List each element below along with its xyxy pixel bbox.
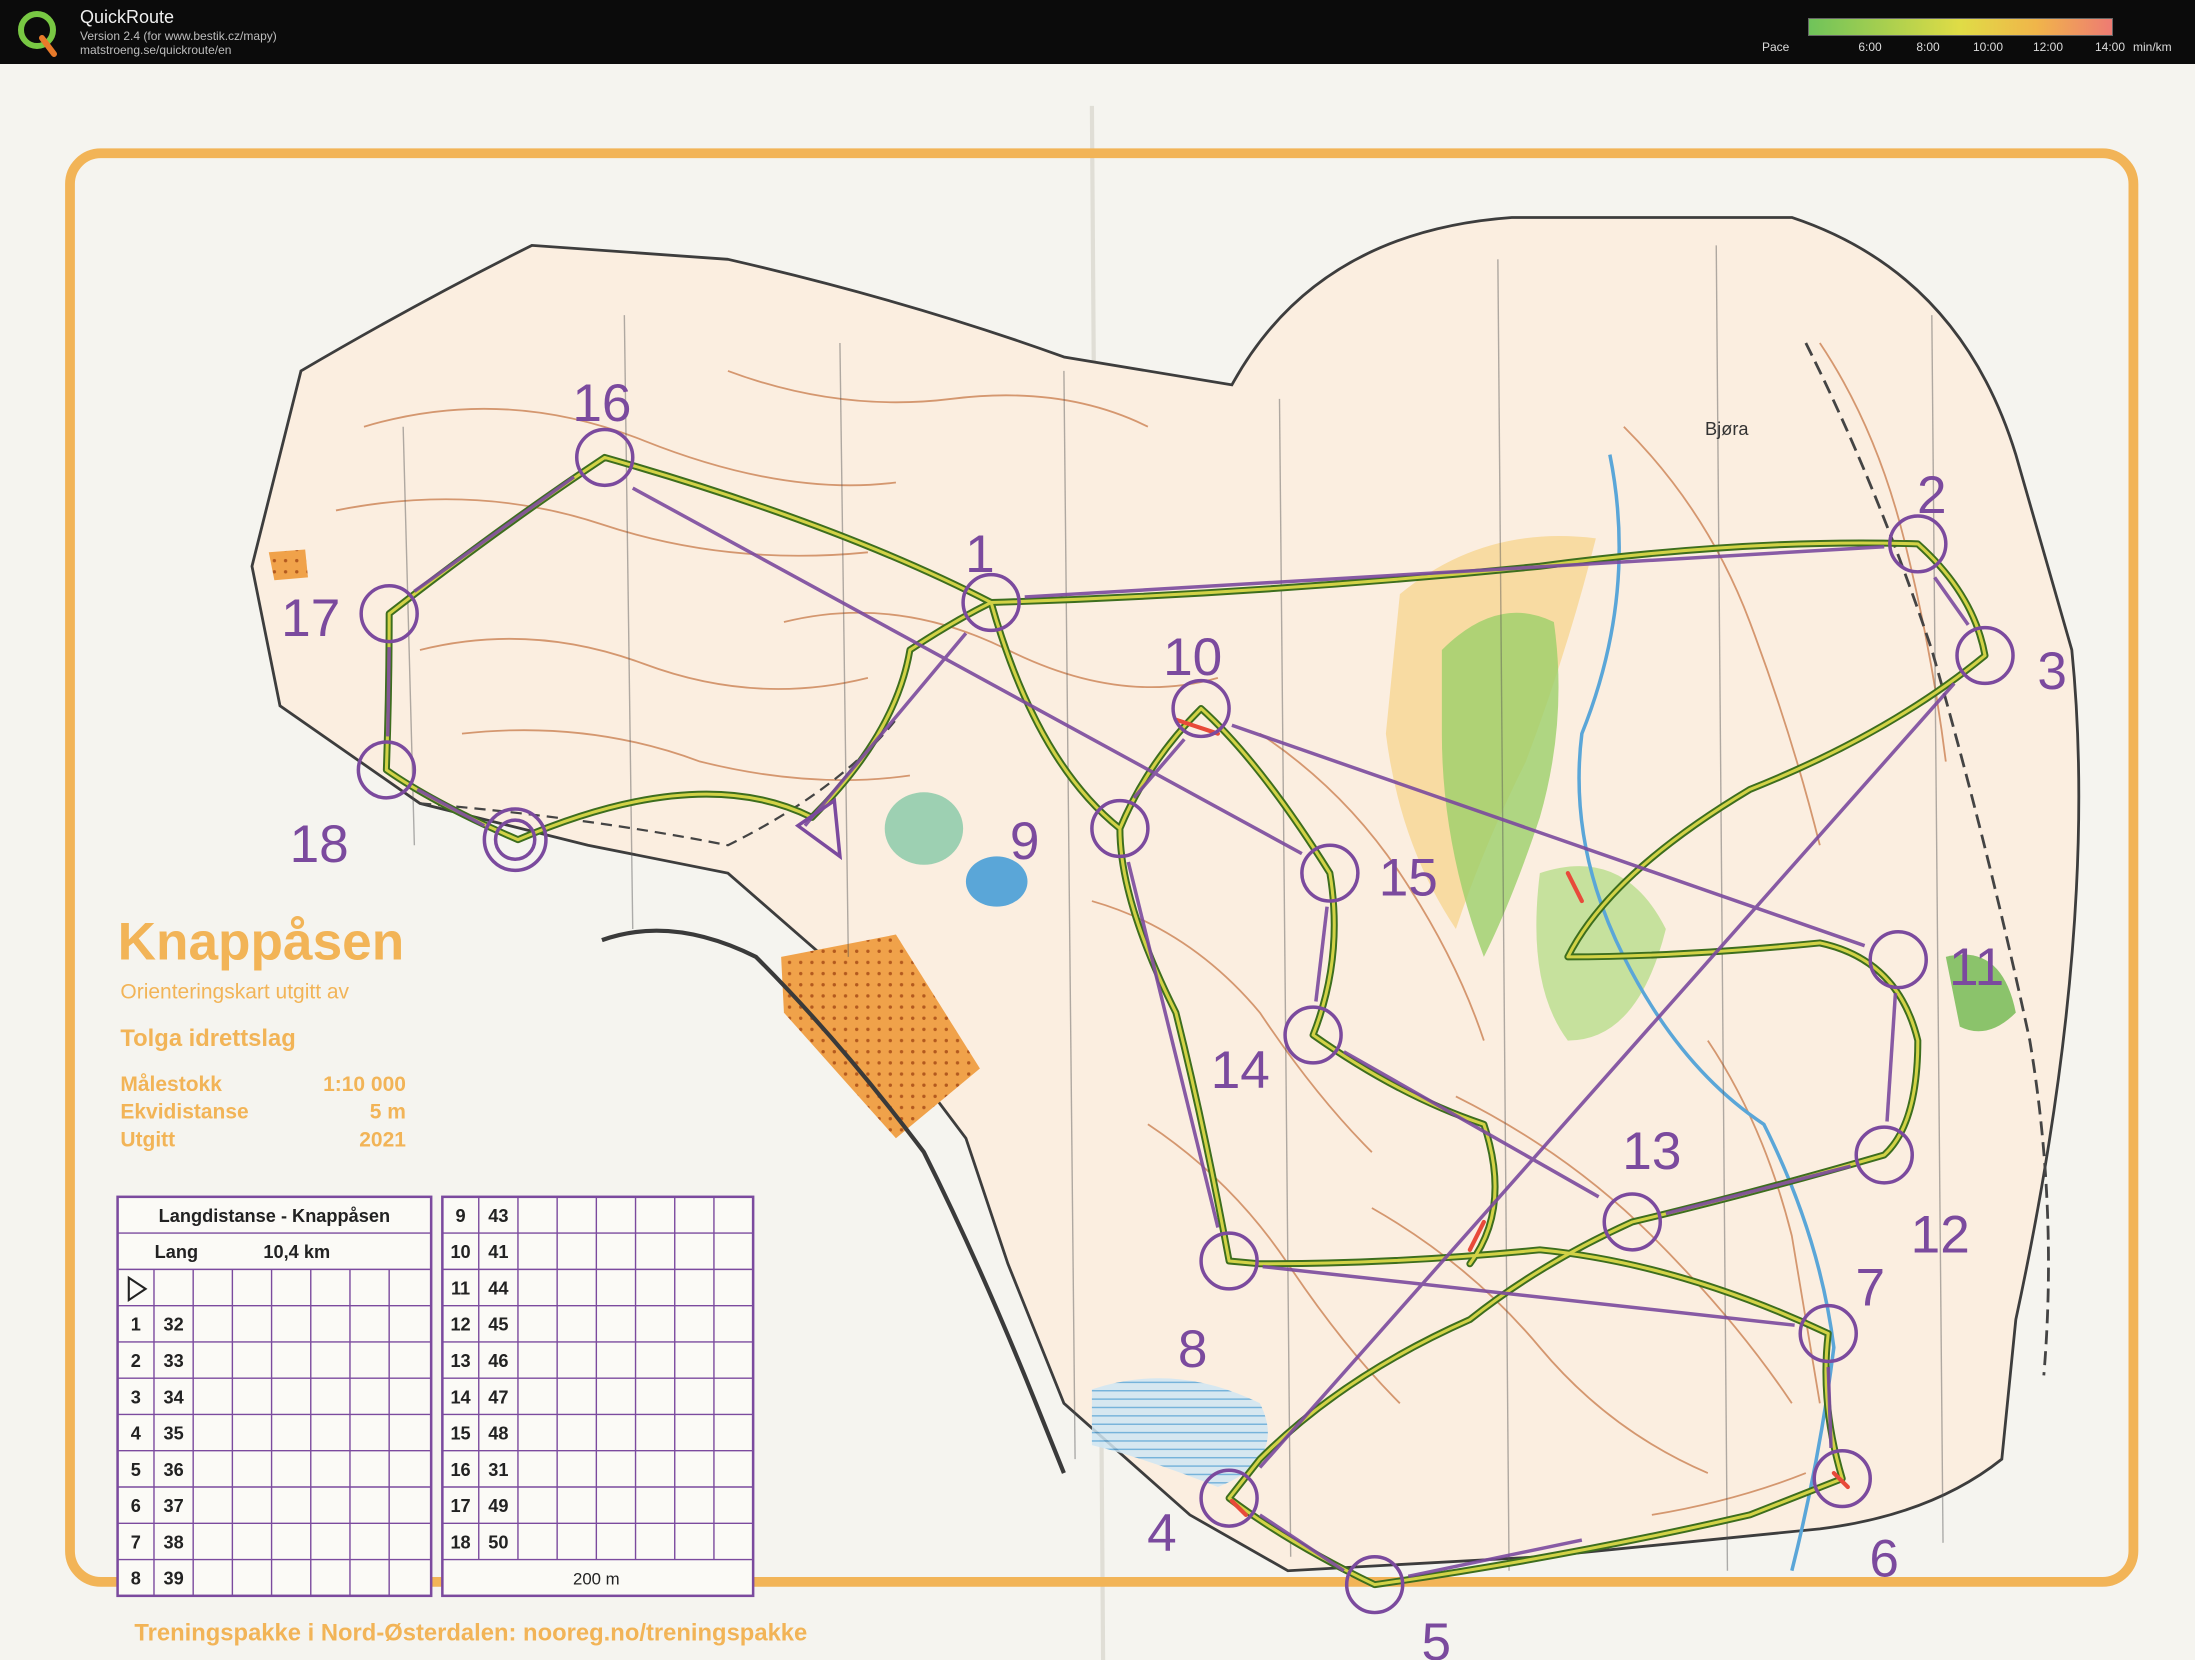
pace-tick-label: 14:00 <box>2094 40 2126 54</box>
description-title: Langdistanse - Knappåsen <box>159 1206 390 1226</box>
pace-legend-label: Pace <box>1762 40 1790 54</box>
control-number-10: 10 <box>1163 628 1222 687</box>
description-row-number: 5 <box>131 1460 141 1480</box>
control-number-2: 2 <box>1917 466 1947 525</box>
scale-label: Målestokk <box>120 1073 222 1096</box>
description-row-code: 34 <box>163 1387 183 1407</box>
description-row-code: 38 <box>163 1532 183 1552</box>
description-row-number: 18 <box>450 1532 470 1552</box>
description-row-number: 7 <box>131 1532 141 1552</box>
description-row-number: 11 <box>451 1279 470 1299</box>
published-value: 2021 <box>359 1129 406 1152</box>
map-subtitle: Orienteringskart utgitt av <box>120 981 349 1004</box>
description-row-code: 47 <box>488 1387 508 1407</box>
scale-value: 1:10 000 <box>323 1073 406 1096</box>
pace-tick-label: 10:00 <box>1972 40 2004 54</box>
club-name: Tolga idrettslag <box>120 1025 295 1052</box>
description-row-number: 6 <box>131 1496 141 1516</box>
description-row-code: 37 <box>163 1496 183 1516</box>
description-row-code: 39 <box>163 1569 183 1589</box>
description-row-number: 17 <box>450 1496 470 1516</box>
control-number-11: 11 <box>1949 938 2004 997</box>
contour-label: Ekvidistanse <box>120 1101 248 1124</box>
app-title: QuickRoute <box>80 7 175 27</box>
description-row-code: 35 <box>163 1424 183 1444</box>
description-row-code: 36 <box>163 1460 183 1480</box>
description-row-number: 14 <box>450 1387 470 1407</box>
description-row-number: 1 <box>131 1315 141 1335</box>
description-row-code: 50 <box>488 1532 508 1552</box>
description-row-code: 31 <box>488 1460 508 1480</box>
place-name-bjora: Bjøra <box>1705 419 1749 439</box>
description-row-number: 3 <box>131 1387 141 1407</box>
description-row-number: 15 <box>450 1424 470 1444</box>
control-number-1: 1 <box>965 525 995 584</box>
pace-legend-gradient <box>1808 18 2113 36</box>
contour-value: 5 m <box>370 1101 406 1124</box>
app-url[interactable]: matstroeng.se/quickroute/en <box>80 43 231 57</box>
app-header: QuickRoute Version 2.4 (for www.bestik.c… <box>0 0 2195 64</box>
description-row-number: 16 <box>450 1460 470 1480</box>
description-row-number: 4 <box>131 1424 141 1444</box>
description-row-number: 8 <box>131 1569 141 1589</box>
control-number-12: 12 <box>1911 1206 1970 1265</box>
description-row-number: 10 <box>450 1242 470 1262</box>
control-number-16: 16 <box>572 374 631 433</box>
control-number-14: 14 <box>1211 1041 1270 1100</box>
description-row-code: 32 <box>163 1315 183 1335</box>
control-number-9: 9 <box>1010 812 1040 871</box>
orienteering-map[interactable]: 123456789101112131415161718 Knappåsen Or… <box>0 64 2195 1660</box>
published-label: Utgitt <box>120 1129 175 1152</box>
description-row-code: 41 <box>488 1242 508 1262</box>
description-class: Lang <box>155 1242 198 1262</box>
quickroute-logo-icon <box>18 11 57 57</box>
control-number-3: 3 <box>2037 642 2067 701</box>
pace-tick-label: 12:00 <box>2032 40 2064 54</box>
description-row-code: 44 <box>488 1279 508 1299</box>
map-title: Knappåsen <box>118 913 405 972</box>
control-number-5: 5 <box>1421 1613 1451 1660</box>
pace-tick-label: 8:00 <box>1916 40 1940 54</box>
control-number-6: 6 <box>1869 1529 1899 1588</box>
description-row-code: 45 <box>488 1315 508 1335</box>
control-number-4: 4 <box>1147 1504 1177 1563</box>
pace-legend-unit: min/km <box>2133 40 2172 54</box>
control-number-17: 17 <box>281 589 340 648</box>
description-length: 10,4 km <box>263 1242 330 1262</box>
control-number-18: 18 <box>290 815 349 874</box>
control-number-13: 13 <box>1622 1122 1681 1181</box>
description-row-number: 9 <box>455 1206 465 1226</box>
lake <box>884 792 964 865</box>
scale-note: 200 m <box>573 1570 620 1589</box>
description-row-number: 2 <box>131 1351 141 1371</box>
description-row-number: 12 <box>450 1315 470 1335</box>
pace-tick-label: 6:00 <box>1858 40 1882 54</box>
description-row-code: 33 <box>163 1351 183 1371</box>
control-number-15: 15 <box>1379 849 1438 908</box>
map-footer: Treningspakke i Nord-Østerdalen: nooreg.… <box>134 1620 807 1647</box>
description-row-code: 46 <box>488 1351 508 1371</box>
description-row-code: 49 <box>488 1496 508 1516</box>
description-row-number: 13 <box>450 1351 470 1371</box>
control-number-7: 7 <box>1855 1259 1885 1318</box>
description-row-code: 43 <box>488 1206 508 1226</box>
control-number-8: 8 <box>1178 1320 1208 1379</box>
app-version: Version 2.4 (for www.bestik.cz/mapy) <box>80 29 277 43</box>
cultivated-field <box>268 549 308 581</box>
description-row-code: 48 <box>488 1424 508 1444</box>
